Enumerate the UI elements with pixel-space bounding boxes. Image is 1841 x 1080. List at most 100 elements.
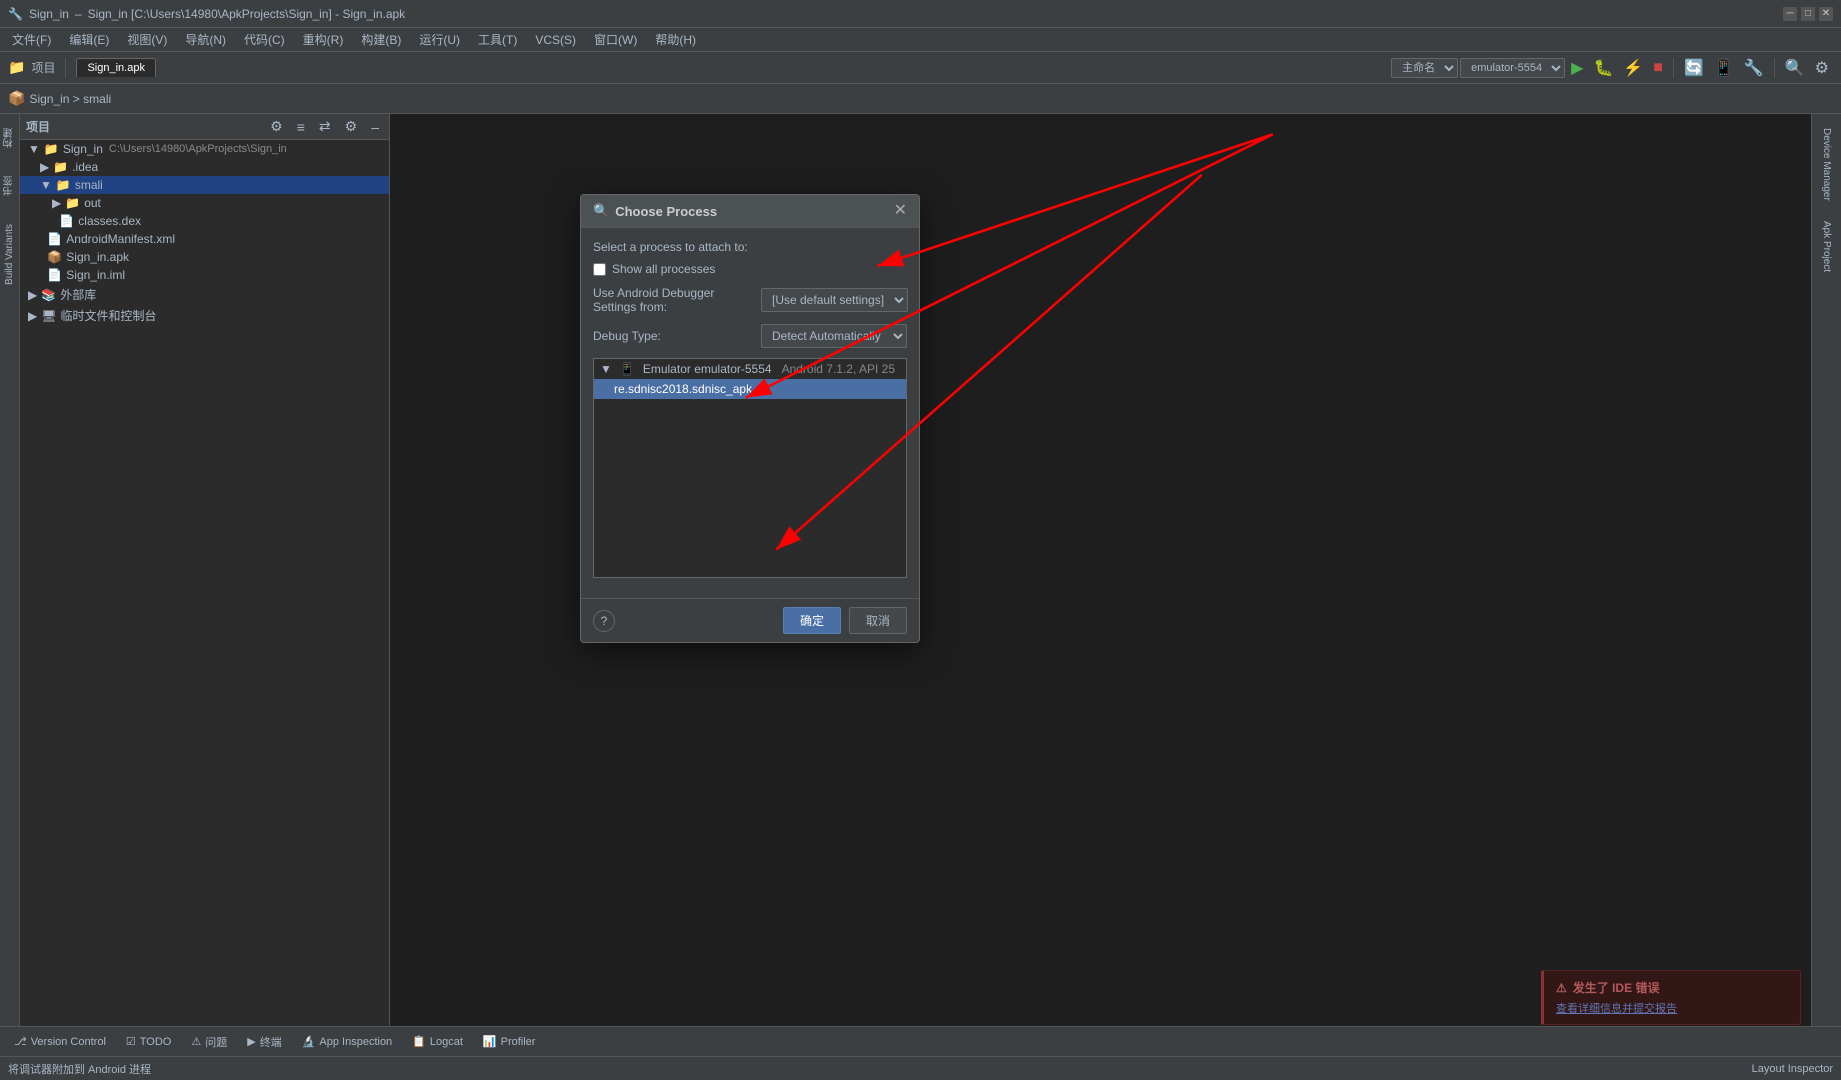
app-icon: 🔧	[8, 7, 23, 21]
right-label-device-manager[interactable]: Device Manager	[1819, 122, 1834, 207]
status-layout-inspector[interactable]: Layout Inspector	[1752, 1063, 1833, 1075]
menu-edit[interactable]: 编辑(E)	[61, 29, 117, 50]
tree-node-temp[interactable]: ▶ 🖥 临时文件和控制台	[20, 305, 389, 326]
tree-layout-btn[interactable]: ≡	[293, 117, 309, 137]
tree-label-temp: 临时文件和控制台	[60, 307, 156, 324]
content-area: 🔍 Choose Process ✕ Select a process to a…	[390, 114, 1811, 1026]
tree-node-smali[interactable]: ▼ 📁 smali	[20, 176, 389, 194]
menu-code[interactable]: 代码(C)	[236, 29, 293, 50]
run-sep-2	[1774, 58, 1775, 78]
toolbar-separator-1	[65, 58, 66, 78]
menu-run[interactable]: 运行(U)	[411, 29, 468, 50]
todo-label: TODO	[140, 1036, 172, 1048]
menu-window[interactable]: 窗口(W)	[586, 29, 645, 50]
tree-expand-apk	[40, 250, 43, 264]
tab-version-control[interactable]: ⎇ Version Control	[8, 1033, 112, 1050]
process-group-emulator[interactable]: ▼ 📱 Emulator emulator-5554 Android 7.1.2…	[594, 359, 906, 379]
tree-node-idea[interactable]: ▶ 📁 .idea	[20, 158, 389, 176]
tree-settings-btn[interactable]: ⚙	[266, 116, 287, 137]
stop-button[interactable]: ■	[1649, 57, 1667, 79]
debug-button[interactable]: 🐛	[1589, 56, 1617, 80]
left-sidebar: 构建 书签 Build Variants	[0, 114, 20, 1026]
sdk-button[interactable]: 🔧	[1740, 56, 1768, 80]
sync-button[interactable]: 🔄	[1680, 56, 1708, 80]
choose-process-dialog: 🔍 Choose Process ✕ Select a process to a…	[580, 194, 920, 643]
sidebar-bookmarks[interactable]: 书签	[0, 172, 19, 200]
tree-close-btn[interactable]: –	[367, 117, 383, 137]
run-button[interactable]: ▶	[1567, 56, 1587, 80]
problems-label: 问题	[205, 1034, 227, 1050]
toolbar: 📁 项目 Sign_in.apk 主命名 emulator-5554 ▶ 🐛 ⚡…	[0, 52, 1841, 84]
title-bar-controls: ─ □ ✕	[1783, 7, 1833, 21]
tree-expand-idea: ▶	[40, 160, 49, 174]
dialog-cancel-button[interactable]: 取消	[849, 607, 907, 634]
sidebar-build-variants2[interactable]: Build Variants	[2, 220, 17, 289]
right-label-apk-project[interactable]: Apk Project	[1819, 215, 1834, 278]
tab-problems[interactable]: ⚠ 问题	[185, 1032, 233, 1052]
debug-type-select[interactable]: Detect Automatically	[761, 324, 907, 348]
sign-in-tab[interactable]: Sign_in.apk	[76, 58, 156, 77]
tab-todo[interactable]: ☑ TODO	[120, 1033, 177, 1050]
tab-terminal[interactable]: ▶ 终端	[241, 1032, 287, 1052]
tree-node-manifest[interactable]: 📄 AndroidManifest.xml	[20, 230, 389, 248]
sidebar-build-variants[interactable]: 构建	[0, 124, 19, 152]
folder-idea-icon: 📁	[53, 160, 68, 174]
close-button[interactable]: ✕	[1819, 7, 1833, 21]
status-bar: 将调试器附加到 Android 进程 Layout Inspector	[0, 1056, 1841, 1080]
maximize-button[interactable]: □	[1801, 7, 1815, 21]
main-layout: 构建 书签 Build Variants 项目 ⚙ ≡ ⇄ ⚙ – ▼ 📁 Si…	[0, 114, 1841, 1026]
menu-refactor[interactable]: 重构(R)	[295, 29, 352, 50]
dialog-title-text: Choose Process	[615, 204, 717, 219]
debug-type-row: Debug Type: Detect Automatically	[593, 324, 907, 348]
menu-view[interactable]: 视图(V)	[119, 29, 175, 50]
tab-app-inspection[interactable]: 🔬 App Inspection	[296, 1033, 398, 1050]
process-item-label: re.sdnisc2018.sdnisc_apk	[614, 382, 752, 396]
tab-logcat[interactable]: 📋 Logcat	[406, 1033, 469, 1050]
tree-node-out[interactable]: ▶ 📁 out	[20, 194, 389, 212]
tree-label-apk: Sign_in.apk	[66, 250, 129, 264]
menu-navigate[interactable]: 导航(N)	[177, 29, 234, 50]
settings-button[interactable]: ⚙	[1811, 56, 1833, 80]
dialog-help-button[interactable]: ?	[593, 610, 615, 632]
breadcrumb: Sign_in > smali	[29, 92, 111, 106]
tree-node-apk[interactable]: 📦 Sign_in.apk	[20, 248, 389, 266]
dialog-footer: ? 确定 取消	[581, 598, 919, 642]
tab-profiler[interactable]: 📊 Profiler	[477, 1033, 542, 1050]
tree-expand-smali: ▼	[40, 178, 52, 192]
device-selector[interactable]: emulator-5554	[1460, 58, 1565, 78]
tree-node-iml[interactable]: 📄 Sign_in.iml	[20, 266, 389, 284]
main-selector[interactable]: 主命名	[1391, 58, 1458, 78]
tree-label-iml: Sign_in.iml	[66, 268, 125, 282]
profiler-icon: 📊	[483, 1035, 497, 1048]
debugger-settings-select[interactable]: [Use default settings]	[761, 288, 908, 312]
process-item-sdnisc[interactable]: re.sdnisc2018.sdnisc_apk	[594, 379, 906, 399]
menu-help[interactable]: 帮助(H)	[647, 29, 704, 50]
title-separator: –	[75, 7, 82, 21]
tree-label-sign-in: Sign_in	[63, 142, 103, 156]
tree-node-sign-in[interactable]: ▼ 📁 Sign_in C:\Users\14980\ApkProjects\S…	[20, 140, 389, 158]
show-all-processes-row: Show all processes	[593, 262, 907, 276]
menu-file[interactable]: 文件(F)	[4, 29, 59, 50]
dialog-confirm-button[interactable]: 确定	[783, 607, 841, 634]
tree-path-sign-in: C:\Users\14980\ApkProjects\Sign_in	[109, 143, 287, 155]
dialog-close-button[interactable]: ✕	[894, 203, 907, 219]
tree-project-label: 项目	[26, 118, 50, 135]
avd-button[interactable]: 📱	[1710, 56, 1738, 80]
menu-build[interactable]: 构建(B)	[353, 29, 409, 50]
todo-icon: ☑	[126, 1035, 136, 1048]
menu-tools[interactable]: 工具(T)	[470, 29, 525, 50]
profiler-label: Profiler	[501, 1036, 536, 1048]
minimize-button[interactable]: ─	[1783, 7, 1797, 21]
search-everywhere-button[interactable]: 🔍	[1781, 56, 1809, 80]
title-bar-title: Sign_in [C:\Users\14980\ApkProjects\Sign…	[88, 7, 406, 21]
tree-collapse-btn[interactable]: ⇄	[315, 116, 335, 137]
bottom-tabs-panel: ⎇ Version Control ☑ TODO ⚠ 问题 ▶ 终端 🔬 App…	[0, 1026, 1841, 1056]
tree-node-classes-dex[interactable]: 📄 classes.dex	[20, 212, 389, 230]
attach-debug-button[interactable]: ⚡	[1619, 56, 1647, 80]
toolbar2: 📦 Sign_in > smali	[0, 84, 1841, 114]
tree-node-external[interactable]: ▶ 📚 外部库	[20, 284, 389, 305]
process-list: ▼ 📱 Emulator emulator-5554 Android 7.1.2…	[593, 358, 907, 578]
menu-vcs[interactable]: VCS(S)	[527, 31, 584, 49]
show-all-processes-checkbox[interactable]	[593, 263, 606, 276]
tree-gear-btn[interactable]: ⚙	[341, 116, 362, 137]
